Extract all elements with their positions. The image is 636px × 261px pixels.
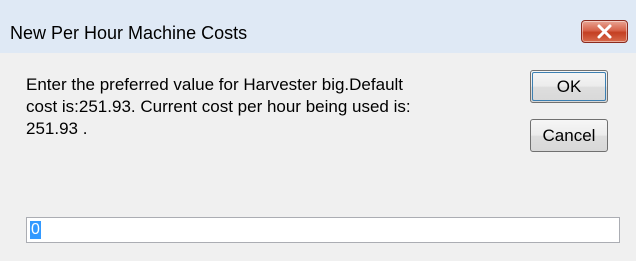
window-title: New Per Hour Machine Costs <box>10 23 248 43</box>
value-input[interactable]: 0 <box>26 217 620 243</box>
prompt-message: Enter the preferred value for Harvester … <box>26 74 506 140</box>
cancel-button[interactable]: Cancel <box>530 119 608 152</box>
dialog-window: New Per Hour Machine Costs Enter the pre… <box>0 0 636 261</box>
prompt-line: cost is:251.93. Current cost per hour be… <box>26 97 411 116</box>
prompt-line: Enter the preferred value for Harvester … <box>26 75 404 94</box>
input-value: 0 <box>30 221 41 239</box>
title-bar[interactable]: New Per Hour Machine Costs <box>0 1 636 53</box>
close-button[interactable] <box>581 20 628 43</box>
prompt-line: 251.93 . <box>26 119 88 138</box>
close-icon <box>597 24 612 39</box>
ok-button[interactable]: OK <box>530 70 608 103</box>
